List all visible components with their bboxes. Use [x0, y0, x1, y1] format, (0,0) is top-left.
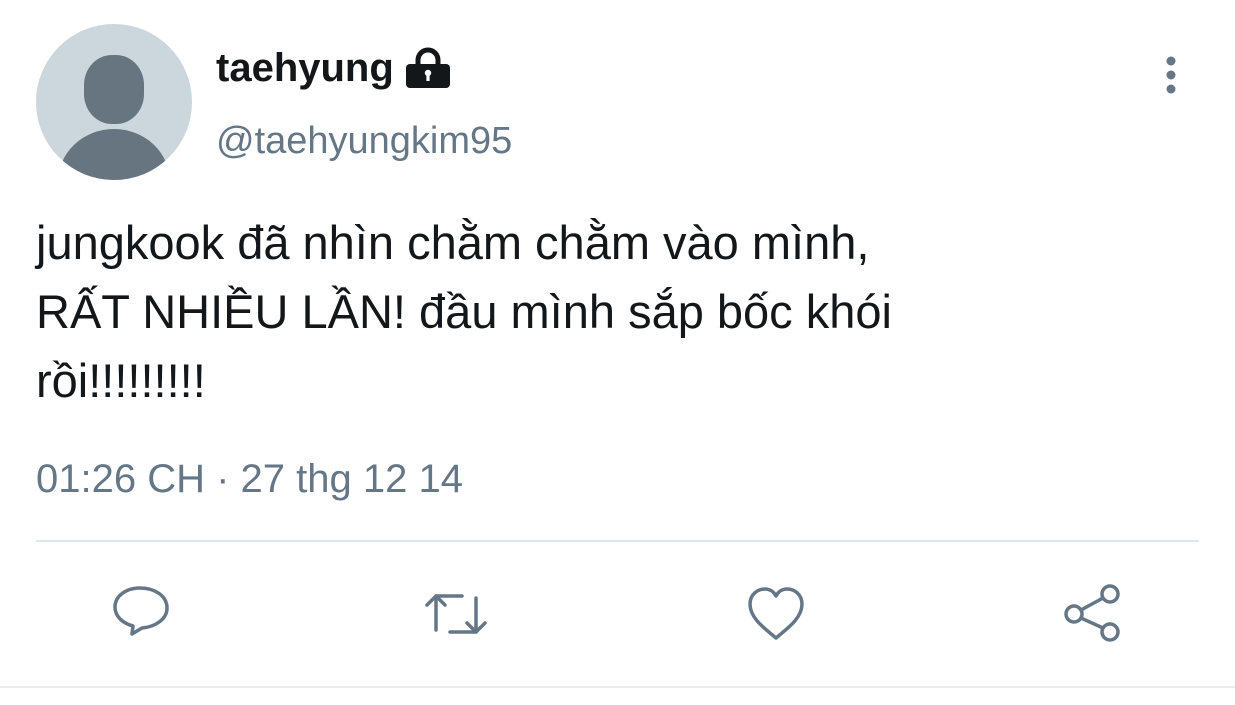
default-avatar-icon — [36, 24, 192, 180]
share-icon — [1064, 584, 1120, 642]
heart-icon — [748, 587, 804, 640]
like-button[interactable] — [744, 582, 808, 646]
tweet-timestamp: 01:26 CH · 27 thg 12 14 — [36, 457, 463, 501]
lock-icon — [404, 46, 452, 90]
retweet-icon — [425, 594, 487, 634]
tweet-text: jungkook đã nhìn chằm chằm vào mình, RẤT… — [36, 216, 892, 407]
reply-icon — [113, 586, 169, 636]
retweet-button[interactable] — [424, 582, 488, 646]
divider — [36, 540, 1199, 542]
share-button[interactable] — [1062, 582, 1126, 646]
display-name-row[interactable]: taehyung — [216, 44, 452, 92]
reply-button[interactable] — [110, 582, 174, 646]
more-vertical-icon[interactable] — [1154, 54, 1188, 98]
user-handle[interactable]: @taehyungkim95 — [216, 118, 512, 164]
bottom-divider — [0, 686, 1235, 688]
avatar[interactable] — [36, 24, 192, 180]
display-name[interactable]: taehyung — [216, 44, 394, 92]
